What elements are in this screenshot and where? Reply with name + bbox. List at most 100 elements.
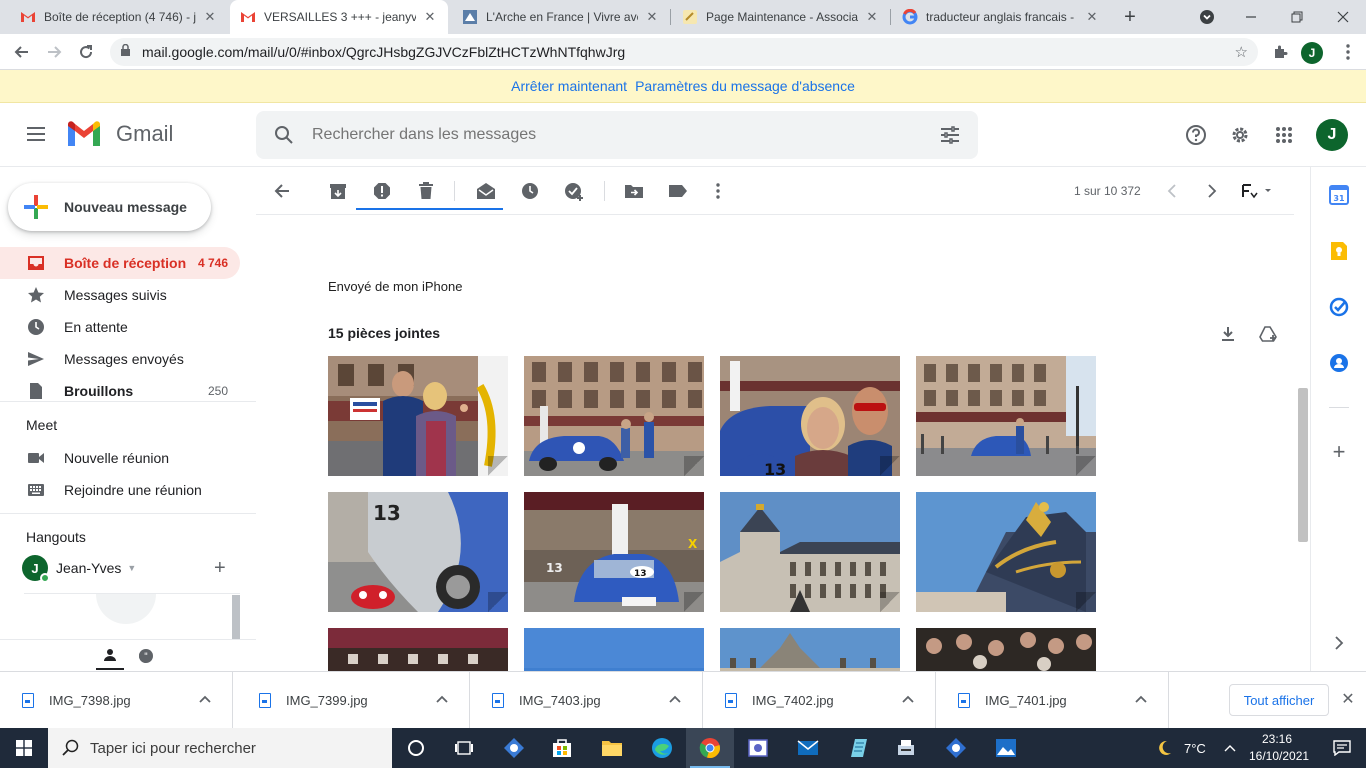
email-link-underline[interactable] — [356, 208, 503, 210]
search-icon[interactable] — [256, 125, 312, 145]
chevron-up-icon[interactable] — [435, 692, 451, 708]
browser-tab-versailles[interactable]: VERSAILLES 3 +++ - jeanyves ✕ — [230, 0, 448, 34]
close-icon[interactable]: ✕ — [202, 9, 218, 25]
attachment-thumbnail[interactable] — [328, 628, 508, 671]
restore-button[interactable] — [1274, 0, 1320, 34]
google-calendar-icon[interactable]: 31 — [1329, 185, 1349, 205]
report-spam-button[interactable] — [370, 179, 394, 203]
forward-button[interactable] — [42, 40, 66, 64]
hangouts-user[interactable]: J Jean-Yves ▼ — [22, 555, 136, 583]
mark-unread-button[interactable] — [474, 179, 498, 203]
file-explorer-icon[interactable] — [588, 728, 636, 768]
google-tasks-icon[interactable] — [1329, 297, 1349, 317]
snooze-button[interactable] — [518, 179, 542, 203]
download-item[interactable]: IMG_7399.jpg — [237, 672, 470, 729]
delete-button[interactable] — [414, 179, 438, 203]
show-all-downloads-button[interactable]: Tout afficher — [1229, 684, 1329, 716]
browser-tab-inbox[interactable]: Boîte de réception (4 746) - je ✕ — [10, 0, 228, 34]
taskbar-app-vpn-icon[interactable] — [932, 728, 980, 768]
settings-gear-icon[interactable] — [1228, 123, 1252, 147]
sidebar-item-join-meeting[interactable]: Rejoindre une réunion — [0, 474, 240, 506]
attachment-thumbnail[interactable] — [916, 628, 1096, 671]
chevron-up-icon[interactable] — [198, 692, 214, 708]
account-avatar[interactable]: J — [1316, 119, 1348, 151]
sidebar-item-starred[interactable]: Messages suivis — [0, 279, 240, 311]
input-tools-button[interactable] — [1240, 179, 1276, 203]
sidebar-item-drafts[interactable]: Brouillons 250 — [0, 375, 240, 407]
archive-button[interactable] — [326, 179, 350, 203]
cortana-icon[interactable] — [392, 728, 440, 768]
reload-button[interactable] — [74, 40, 98, 64]
labels-button[interactable] — [666, 179, 690, 203]
download-item[interactable]: IMG_7402.jpg — [703, 672, 936, 729]
attachment-thumbnail[interactable] — [916, 492, 1096, 612]
main-menu-icon[interactable] — [24, 123, 48, 147]
windows-start-button[interactable] — [0, 728, 48, 768]
sidebar-item-new-meeting[interactable]: Nouvelle réunion — [0, 442, 240, 474]
download-all-icon[interactable] — [1217, 323, 1239, 345]
back-to-inbox-button[interactable] — [270, 179, 294, 203]
address-bar[interactable]: mail.google.com/mail/u/0/#inbox/QgrcJHsb… — [110, 38, 1258, 66]
taskbar-app-notes-icon[interactable] — [834, 728, 882, 768]
vacation-settings-link[interactable]: Paramètres du message d'absence — [635, 78, 855, 94]
more-actions-button[interactable] — [706, 179, 730, 203]
tab-search-icon[interactable] — [1184, 0, 1230, 34]
message-scrollbar[interactable] — [1298, 388, 1308, 542]
search-input[interactable] — [312, 126, 922, 144]
download-item[interactable]: IMG_7398.jpg — [0, 672, 233, 729]
taskbar-app-scanner-icon[interactable] — [882, 728, 930, 768]
chrome-browser-icon[interactable] — [686, 728, 734, 768]
attachment-thumbnail[interactable]: 13 13 X — [524, 492, 704, 612]
hangouts-scrollbar[interactable] — [232, 595, 240, 639]
apps-grid-icon[interactable] — [1272, 123, 1296, 147]
close-icon[interactable]: ✕ — [422, 9, 438, 25]
chevron-up-icon[interactable] — [901, 692, 917, 708]
minimize-button[interactable] — [1228, 0, 1274, 34]
bookmark-star-icon[interactable]: ☆ — [1235, 43, 1248, 61]
attachment-thumbnail[interactable]: 13 — [328, 492, 508, 612]
google-contacts-icon[interactable] — [1329, 353, 1349, 373]
weather-moon-icon[interactable] — [1146, 728, 1182, 768]
edge-browser-icon[interactable] — [638, 728, 686, 768]
sidebar-item-sent[interactable]: Messages envoyés — [0, 343, 240, 375]
taskbar-search[interactable]: Taper ici pour rechercher — [48, 728, 392, 768]
browser-tab-maintenance[interactable]: Page Maintenance - Associat ✕ — [672, 0, 890, 34]
attachment-thumbnail[interactable]: 13 — [720, 356, 900, 476]
stop-vacation-link[interactable]: Arrêter maintenant — [511, 78, 627, 94]
new-tab-button[interactable]: + — [1118, 5, 1142, 29]
conversations-quote-icon[interactable]: " — [132, 642, 160, 670]
help-icon[interactable] — [1184, 123, 1208, 147]
close-icon[interactable]: ✕ — [864, 9, 880, 25]
attachment-thumbnail[interactable] — [916, 356, 1096, 476]
microsoft-store-icon[interactable] — [538, 728, 586, 768]
tray-chevron-up-icon[interactable] — [1216, 728, 1244, 768]
gmail-logo[interactable]: Gmail — [66, 120, 173, 148]
chevron-right-icon[interactable] — [1329, 633, 1349, 653]
download-item[interactable]: IMG_7403.jpg — [470, 672, 703, 729]
contacts-person-icon[interactable] — [96, 642, 124, 670]
browser-tab-translator[interactable]: traducteur anglais francais - I ✕ — [892, 0, 1110, 34]
close-window-button[interactable] — [1320, 0, 1366, 34]
mail-app-icon[interactable] — [784, 728, 832, 768]
attachment-thumbnail[interactable] — [328, 356, 508, 476]
attachment-thumbnail[interactable] — [524, 628, 704, 671]
browser-menu-icon[interactable] — [1338, 42, 1358, 62]
chevron-up-icon[interactable] — [668, 692, 684, 708]
extensions-icon[interactable] — [1270, 42, 1290, 62]
browser-profile-avatar[interactable]: J — [1301, 42, 1323, 64]
attachment-thumbnail[interactable] — [720, 492, 900, 612]
compose-button[interactable]: Nouveau message — [8, 183, 211, 231]
older-message-button[interactable] — [1200, 179, 1224, 203]
add-contact-icon[interactable]: + — [214, 557, 226, 580]
sidebar-item-snoozed[interactable]: En attente — [0, 311, 240, 343]
attachment-thumbnail[interactable] — [720, 628, 900, 671]
move-to-button[interactable] — [622, 179, 646, 203]
photos-app-icon[interactable] — [982, 728, 1030, 768]
close-icon[interactable]: ✕ — [644, 9, 660, 25]
download-item[interactable]: IMG_7401.jpg — [936, 672, 1169, 729]
taskbar-app-photo-viewer-icon[interactable] — [734, 728, 782, 768]
notification-center-icon[interactable] — [1318, 728, 1366, 768]
chevron-up-icon[interactable] — [1134, 692, 1150, 708]
sidebar-item-inbox[interactable]: Boîte de réception 4 746 — [0, 247, 240, 279]
google-keep-icon[interactable] — [1329, 241, 1349, 261]
